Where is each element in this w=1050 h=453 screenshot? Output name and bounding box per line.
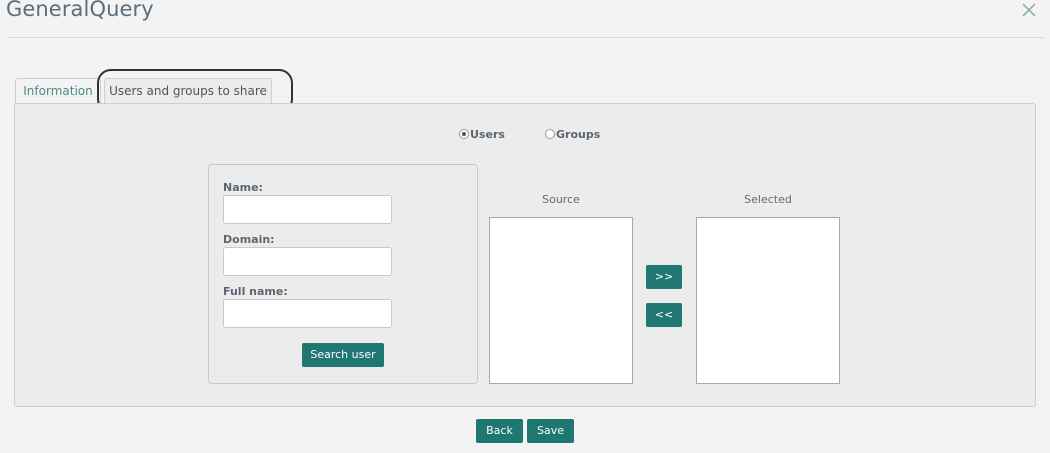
radio-users-label: Users — [470, 127, 505, 141]
source-list[interactable] — [489, 217, 633, 384]
radio-groups-label: Groups — [556, 127, 601, 141]
radio-users[interactable]: Users — [459, 127, 505, 141]
tab-information[interactable]: Information — [15, 78, 101, 104]
add-to-selected-button[interactable]: >> — [646, 265, 682, 289]
tab-users-and-groups[interactable]: Users and groups to share — [104, 78, 272, 104]
domain-input[interactable] — [223, 247, 392, 276]
radio-groups-indicator[interactable] — [545, 129, 555, 139]
dialog: GeneralQuery Information Users and group… — [0, 0, 1050, 453]
page-title: GeneralQuery — [6, 0, 154, 21]
close-button[interactable] — [1019, 0, 1039, 20]
fullname-input[interactable] — [223, 299, 392, 328]
save-button[interactable]: Save — [527, 419, 574, 443]
name-label: Name: — [223, 181, 263, 194]
back-button[interactable]: Back — [476, 419, 523, 443]
name-input[interactable] — [223, 195, 392, 224]
remove-from-selected-button[interactable]: << — [646, 303, 682, 327]
selected-list-label: Selected — [744, 193, 792, 206]
selected-list[interactable] — [696, 217, 840, 384]
fullname-label: Full name: — [223, 285, 288, 298]
source-list-label: Source — [542, 193, 580, 206]
radio-groups[interactable]: Groups — [545, 127, 600, 141]
header-divider — [7, 37, 1044, 38]
search-user-button[interactable]: Search user — [302, 343, 384, 367]
radio-users-indicator[interactable] — [459, 129, 469, 139]
close-icon — [1022, 3, 1036, 17]
domain-label: Domain: — [223, 233, 275, 246]
